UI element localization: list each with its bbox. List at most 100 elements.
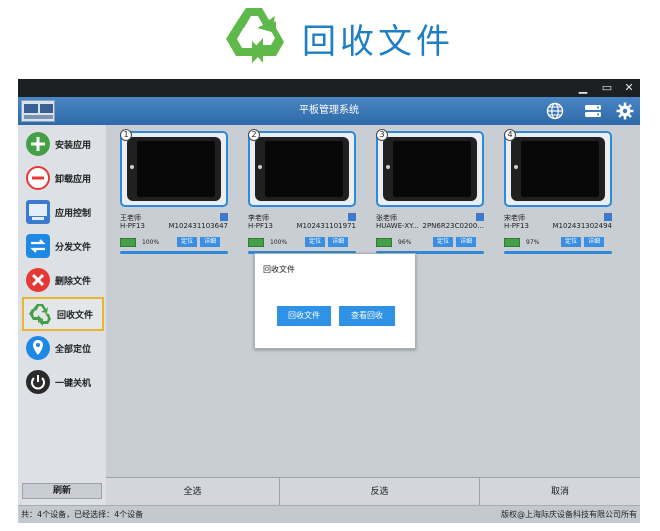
detail-button[interactable]: 详细 — [200, 237, 221, 247]
close-button[interactable]: ✕ — [622, 81, 636, 95]
sidebar-item-delete[interactable]: 删除文件 — [22, 265, 104, 295]
globe-icon[interactable] — [546, 102, 564, 120]
recycle-dialog: 回收文件 回收文件 查看回收 — [254, 253, 416, 349]
sidebar-item-label: 分发文件 — [55, 242, 92, 253]
device-model: H-PF13 — [504, 222, 529, 230]
distribute-icon — [26, 234, 50, 258]
battery-level: 100% — [142, 238, 160, 246]
device-card[interactable]: 4 宋老师 H-PF13 M102431302494 97% 定位 详细 — [500, 129, 612, 254]
battery-row: 100% 定位 详细 — [120, 236, 228, 248]
battery-row: 97% 定位 详细 — [504, 236, 612, 248]
detail-button[interactable]: 详细 — [584, 237, 605, 247]
tablet-icon — [383, 137, 477, 201]
battery-row: 100% 定位 详细 — [248, 236, 356, 248]
battery-row: 96% 定位 详细 — [376, 236, 484, 248]
recycle-icon — [226, 8, 284, 63]
device-number: 1 — [120, 129, 132, 141]
device-model: H-PF13 — [248, 222, 273, 230]
select-flag-icon[interactable] — [604, 213, 612, 221]
select-flag-icon[interactable] — [220, 213, 228, 221]
copyright-text: 版权@上海际庆设备科技有限公司所有 — [501, 510, 637, 519]
device-serial: M102431302494 — [552, 222, 612, 230]
banner: 回收文件 — [0, 0, 660, 78]
status-bar: 共：4个设备，已经选择：4个设备 版权@上海际庆设备科技有限公司所有 — [18, 505, 640, 523]
sidebar-item-label: 全部定位 — [55, 344, 92, 355]
locate-button[interactable]: 定位 — [305, 237, 326, 247]
device-number: 3 — [376, 129, 388, 141]
refresh-button[interactable]: 刷新 — [22, 483, 102, 499]
cancel-button[interactable]: 取消 — [480, 478, 640, 506]
locate-button[interactable]: 定位 — [561, 237, 582, 247]
battery-icon — [120, 237, 136, 247]
battery-level: 100% — [270, 238, 288, 246]
maximize-button[interactable]: ▭ — [600, 81, 614, 95]
detail-button[interactable]: 详细 — [456, 237, 477, 247]
sidebar-item-app-control[interactable]: 应用控制 — [22, 197, 104, 227]
tablet-frame — [504, 131, 612, 207]
sidebar-item-distribute[interactable]: 分发文件 — [22, 231, 104, 261]
tablet-icon — [511, 137, 605, 201]
device-number: 2 — [248, 129, 260, 141]
banner-title: 回收文件 — [302, 22, 454, 62]
sidebar-item-install[interactable]: 安装应用 — [22, 129, 104, 159]
device-number: 4 — [504, 129, 516, 141]
device-info: H-PF13 M102431101971 — [248, 222, 356, 230]
server-icon[interactable] — [584, 102, 602, 120]
device-model: HUAWE-XY... — [376, 222, 419, 230]
sidebar-item-shutdown[interactable]: 一键关机 — [22, 367, 104, 397]
detail-button[interactable]: 详细 — [328, 237, 349, 247]
sidebar-item-label: 应用控制 — [55, 208, 92, 219]
device-card[interactable]: 3 张老师 HUAWE-XY... 2PN6R23C0200... 96% 定位… — [372, 129, 484, 254]
device-serial: M102431101971 — [296, 222, 356, 230]
invert-selection-button[interactable]: 反选 — [280, 478, 480, 506]
card-progress-bar — [504, 251, 612, 254]
device-serial: 2PN6R23C0200... — [422, 222, 484, 230]
tablet-frame — [120, 131, 228, 207]
app-window: ▁ ▭ ✕ 平板管理系统 安装应用 卸载应用 应用控制 分发文件 删除文件 回收… — [18, 79, 640, 523]
device-model: H-PF13 — [120, 222, 145, 230]
select-flag-icon[interactable] — [348, 213, 356, 221]
select-all-button[interactable]: 全选 — [106, 478, 280, 506]
battery-level: 96% — [398, 238, 412, 246]
app-header: 平板管理系统 — [18, 97, 640, 125]
bottom-action-bar: 全选 反选 取消 — [106, 477, 640, 506]
tablet-frame — [248, 131, 356, 207]
device-serial: M102431103647 — [168, 222, 228, 230]
recycle-files-button[interactable]: 回收文件 — [277, 306, 331, 326]
app-control-icon — [26, 200, 50, 224]
tablet-icon — [255, 137, 349, 201]
sidebar-item-label: 一键关机 — [55, 378, 92, 389]
delete-icon — [26, 268, 50, 292]
card-progress-bar — [120, 251, 228, 254]
sidebar-item-uninstall[interactable]: 卸载应用 — [22, 163, 104, 193]
gear-icon[interactable] — [616, 102, 634, 120]
window-titlebar: ▁ ▭ ✕ — [18, 79, 640, 97]
sidebar: 安装应用 卸载应用 应用控制 分发文件 删除文件 回收文件 全部定位 一键关机 … — [18, 125, 106, 523]
location-icon — [26, 336, 50, 360]
sidebar-item-label: 删除文件 — [55, 276, 92, 287]
recycle-icon — [28, 302, 52, 326]
battery-level: 97% — [526, 238, 540, 246]
sidebar-item-recycle[interactable]: 回收文件 — [22, 297, 104, 331]
select-flag-icon[interactable] — [476, 213, 484, 221]
device-card[interactable]: 2 李老师 H-PF13 M102431101971 100% 定位 详细 — [244, 129, 356, 254]
tablet-icon — [127, 137, 221, 201]
device-info: H-PF13 M102431302494 — [504, 222, 612, 230]
battery-icon — [504, 237, 520, 247]
battery-icon — [248, 237, 264, 247]
dialog-title: 回收文件 — [263, 265, 295, 274]
uninstall-icon — [26, 166, 50, 190]
battery-icon — [376, 237, 392, 247]
tablet-frame — [376, 131, 484, 207]
device-count-status: 共：4个设备，已经选择：4个设备 — [21, 510, 144, 519]
sidebar-item-label: 回收文件 — [57, 310, 94, 321]
locate-button[interactable]: 定位 — [177, 237, 198, 247]
view-recycle-button[interactable]: 查看回收 — [339, 306, 395, 326]
sidebar-item-locate-all[interactable]: 全部定位 — [22, 333, 104, 363]
locate-button[interactable]: 定位 — [433, 237, 454, 247]
device-card[interactable]: 1 王老师 H-PF13 M102431103647 100% 定位 详细 — [116, 129, 228, 254]
install-icon — [26, 132, 50, 156]
device-info: H-PF13 M102431103647 — [120, 222, 228, 230]
minimize-button[interactable]: ▁ — [576, 81, 590, 95]
power-icon — [26, 370, 50, 394]
